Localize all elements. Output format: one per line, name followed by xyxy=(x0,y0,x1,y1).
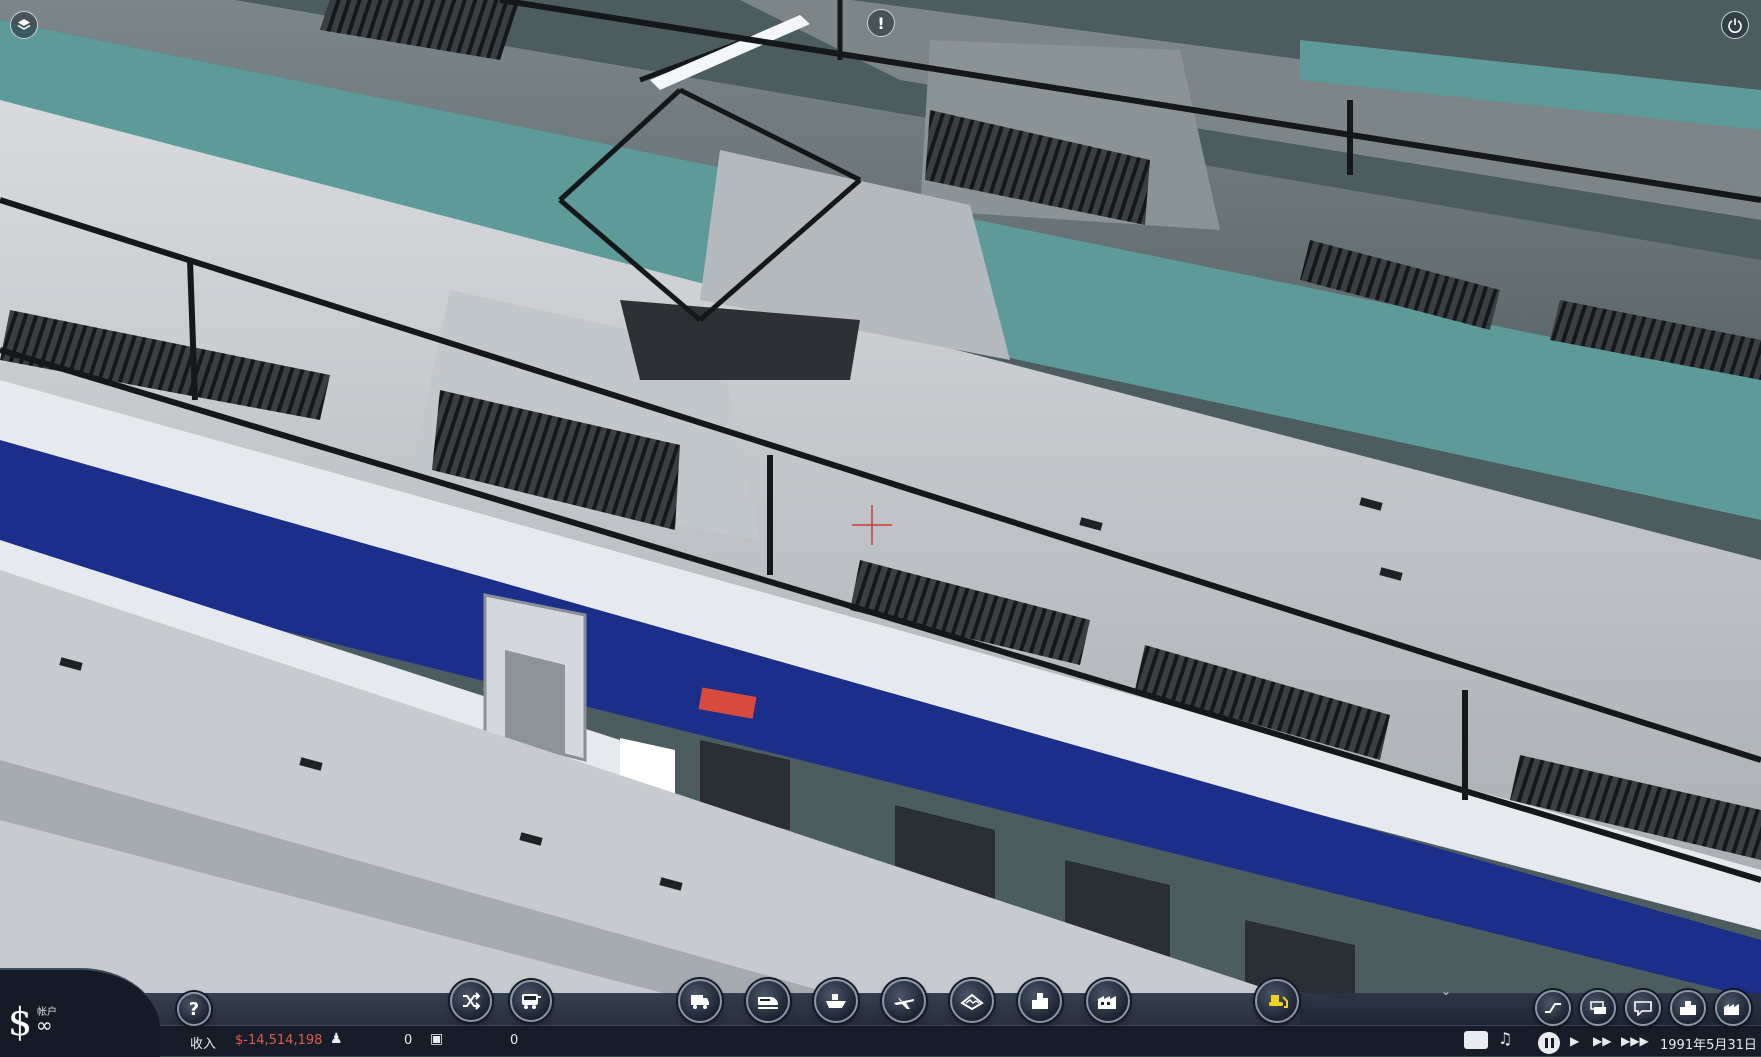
income-label: 收入 xyxy=(190,1037,217,1052)
town-icon xyxy=(1032,993,1048,1009)
power-button[interactable] xyxy=(1721,11,1749,39)
currency-icon: $ xyxy=(8,1000,33,1044)
industry-list-button[interactable] xyxy=(1715,990,1751,1026)
ships-button[interactable] xyxy=(814,979,858,1023)
play-icon[interactable]: ▶ xyxy=(1570,1034,1579,1048)
factory-list-icon xyxy=(1724,1004,1739,1015)
layers-button[interactable] xyxy=(10,11,38,39)
graph-icon xyxy=(1545,1003,1561,1013)
road-vehicles-button[interactable] xyxy=(678,979,722,1023)
bulldozer-button[interactable] xyxy=(1255,979,1299,1023)
vehicle-manager-button[interactable] xyxy=(1580,990,1616,1026)
messages-button[interactable] xyxy=(1625,990,1661,1026)
chevron-down-icon[interactable]: ⌄ xyxy=(1441,984,1451,998)
airplane-icon xyxy=(894,997,914,1009)
camera-icon[interactable] xyxy=(1464,1031,1488,1049)
aircraft-button[interactable] xyxy=(882,979,926,1023)
trains-button[interactable] xyxy=(746,979,790,1023)
bus-icon xyxy=(522,994,541,1009)
train-icon xyxy=(758,997,778,1009)
crosshair-cursor xyxy=(852,505,892,545)
alert-button[interactable]: ! xyxy=(867,9,895,37)
bus-lines-button[interactable] xyxy=(510,980,552,1022)
town-list-button[interactable] xyxy=(1670,990,1706,1026)
terrain-button[interactable] xyxy=(950,979,994,1023)
help-button[interactable]: ? xyxy=(177,992,211,1026)
passengers-value: 0 xyxy=(404,1033,413,1048)
music-icon[interactable]: ♫ xyxy=(1498,1029,1512,1048)
shuffle-button[interactable] xyxy=(450,980,492,1022)
bulldozer-icon xyxy=(1269,995,1288,1008)
passenger-icon: ♟ xyxy=(330,1031,343,1047)
layers-icon xyxy=(17,19,31,30)
finance-button[interactable] xyxy=(1535,990,1571,1026)
shuffle-icon xyxy=(463,992,481,1010)
door-window xyxy=(505,650,565,755)
account-value: ∞ xyxy=(36,1013,53,1037)
fastest-forward-icon[interactable]: ▶▶▶ xyxy=(1621,1034,1649,1048)
ship-icon xyxy=(826,994,846,1008)
income-value: $-14,514,198 xyxy=(235,1033,323,1048)
power-icon xyxy=(1728,18,1742,33)
cargo-icon: ▣ xyxy=(430,1031,444,1047)
building-icon xyxy=(1680,1001,1696,1015)
game-date: 1991年5月31日 xyxy=(1660,1038,1757,1053)
pause-button[interactable] xyxy=(1538,1032,1560,1054)
message-icon xyxy=(1634,1001,1652,1016)
toolbar-strip xyxy=(0,993,1761,1025)
industry-button[interactable] xyxy=(1086,979,1130,1023)
factory-icon xyxy=(1098,996,1116,1009)
town-button[interactable] xyxy=(1018,979,1062,1023)
fast-forward-icon[interactable]: ▶▶ xyxy=(1593,1034,1611,1048)
terrain-icon xyxy=(960,993,984,1011)
alert-icon: ! xyxy=(877,13,885,33)
cargo-value: 0 xyxy=(510,1033,519,1048)
question-icon: ? xyxy=(188,998,200,1020)
vehicles-icon xyxy=(1590,1001,1606,1014)
truck-icon xyxy=(691,995,709,1009)
